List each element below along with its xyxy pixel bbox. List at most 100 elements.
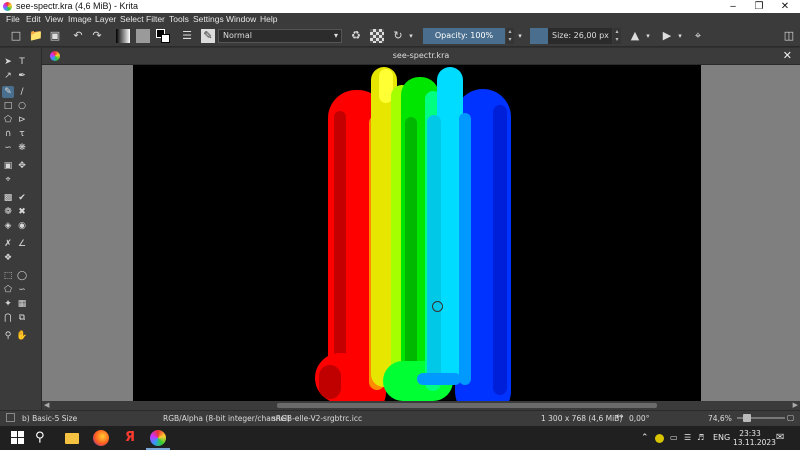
- transform-tool-icon[interactable]: ⌖: [2, 174, 14, 186]
- menu-view[interactable]: View: [45, 14, 63, 24]
- crop-tool-icon[interactable]: ▣: [2, 160, 14, 172]
- canvas-only-icon[interactable]: ▢: [787, 413, 794, 422]
- menu-settings[interactable]: Settings: [193, 14, 224, 24]
- color-picker-icon[interactable]: ✔: [16, 192, 28, 204]
- menu-help[interactable]: Help: [260, 14, 277, 24]
- contiguous-select-icon[interactable]: ✦: [2, 298, 14, 310]
- blend-mode-select[interactable]: Normal ▾: [218, 29, 342, 43]
- gradient-tool-icon[interactable]: ▩: [2, 192, 14, 204]
- enclose-fill-icon[interactable]: ◉: [16, 220, 28, 232]
- menu-filter[interactable]: Filter: [146, 14, 165, 24]
- yandex-browser-icon[interactable]: Я: [122, 430, 138, 446]
- menu-tools[interactable]: Tools: [169, 14, 189, 24]
- gradient-swatch-icon[interactable]: [116, 29, 130, 43]
- brush-preset-icon[interactable]: ✎: [201, 29, 215, 43]
- document-tab-title[interactable]: see-spectr.kra: [42, 51, 800, 60]
- close-window-icon[interactable]: ✕: [772, 0, 798, 13]
- preserve-alpha-icon[interactable]: [370, 29, 384, 43]
- scroll-left-icon[interactable]: ◀: [44, 401, 49, 409]
- krita-taskbar-icon[interactable]: [150, 430, 166, 446]
- menu-window[interactable]: Window: [226, 14, 256, 24]
- battery-icon[interactable]: ▭: [670, 430, 678, 446]
- magnetic-select-icon[interactable]: ⧉: [16, 312, 28, 324]
- zoom-slider[interactable]: [737, 414, 785, 422]
- smart-patch-icon[interactable]: ✖: [16, 206, 28, 218]
- firefox-icon[interactable]: [93, 430, 109, 446]
- chevron-down-icon[interactable]: ▾: [676, 29, 684, 43]
- save-icon[interactable]: ▣: [48, 29, 62, 43]
- multibrush-icon[interactable]: ❋: [16, 142, 28, 154]
- ellipse-select-icon[interactable]: ◯: [16, 270, 28, 282]
- fill-tool-icon[interactable]: ◈: [2, 220, 14, 232]
- minimize-icon[interactable]: –: [720, 0, 746, 13]
- crop-icon[interactable]: ⌖: [691, 29, 705, 43]
- wifi-icon[interactable]: ☰: [684, 430, 691, 446]
- mirror-horizontal-icon[interactable]: ▲: [628, 29, 642, 43]
- scrollbar-thumb[interactable]: [277, 403, 657, 408]
- tray-app-icon[interactable]: [655, 434, 664, 443]
- restore-icon[interactable]: ❐: [746, 0, 772, 13]
- file-explorer-icon[interactable]: [64, 430, 80, 446]
- menu-select[interactable]: Select: [120, 14, 144, 24]
- rectangle-tool-icon[interactable]: □: [2, 100, 14, 112]
- brush-settings-icon[interactable]: ☰: [180, 29, 194, 43]
- close-document-icon[interactable]: ✕: [783, 49, 792, 62]
- dynamic-brush-icon[interactable]: ∽: [2, 142, 14, 154]
- chevron-down-icon[interactable]: ▾: [407, 29, 415, 43]
- rect-select-icon[interactable]: ⬚: [2, 270, 14, 282]
- windows-start-icon[interactable]: [10, 430, 26, 446]
- zoom-slider-handle[interactable]: [743, 414, 751, 422]
- new-document-icon[interactable]: □: [9, 29, 23, 43]
- polygon-select-icon[interactable]: ⬠: [2, 284, 14, 296]
- size-spinner[interactable]: ▴ ▾: [613, 28, 621, 44]
- redo-icon[interactable]: ↷: [90, 29, 104, 43]
- select-shapes-icon[interactable]: ➤: [2, 56, 14, 68]
- bezier-tool-icon[interactable]: ∩: [2, 128, 14, 140]
- zoom-tool-icon[interactable]: ⚲: [2, 330, 14, 342]
- line-tool-icon[interactable]: ∕: [16, 86, 28, 98]
- drawing-canvas[interactable]: [133, 65, 701, 401]
- reference-tool-icon[interactable]: ❖: [2, 252, 14, 264]
- chevron-down-icon[interactable]: ▾: [644, 29, 652, 43]
- pattern-swatch-icon[interactable]: [136, 29, 150, 43]
- ellipse-tool-icon[interactable]: ○: [16, 100, 28, 112]
- colorize-mask-icon[interactable]: ❁: [2, 206, 14, 218]
- freehand-brush-icon[interactable]: ✎: [2, 86, 14, 98]
- clock[interactable]: 23:33 13.11.2023: [733, 429, 776, 447]
- size-slider[interactable]: Size: 26,00 px: [548, 28, 612, 44]
- language-indicator[interactable]: ENG: [713, 430, 730, 446]
- search-icon[interactable]: ⚲: [35, 430, 51, 446]
- undo-icon[interactable]: ↶: [71, 29, 85, 43]
- menu-edit[interactable]: Edit: [26, 14, 41, 24]
- bezier-select-icon[interactable]: ⋂: [2, 312, 14, 324]
- edit-shapes-icon[interactable]: ↗: [2, 70, 14, 82]
- assistant-tool-icon[interactable]: ✗: [2, 238, 14, 250]
- menu-file[interactable]: File: [6, 14, 20, 24]
- measure-tool-icon[interactable]: ∠: [16, 238, 28, 250]
- freehand-select-icon[interactable]: ∽: [16, 284, 28, 296]
- menu-layer[interactable]: Layer: [95, 14, 116, 24]
- reload-preset-icon[interactable]: ↻: [391, 29, 405, 43]
- zoom-value[interactable]: 74,6%: [708, 414, 732, 423]
- polyline-tool-icon[interactable]: ⊳: [16, 114, 28, 126]
- opacity-spinner[interactable]: ▴ ▾: [506, 28, 514, 44]
- rotation-value[interactable]: 0,00°: [629, 414, 649, 423]
- menu-image[interactable]: Image: [68, 14, 92, 24]
- canvas-area[interactable]: [42, 65, 800, 401]
- opacity-slider[interactable]: Opacity: 100%: [423, 28, 505, 44]
- move-tool-icon[interactable]: ✥: [16, 160, 28, 172]
- fg-bg-color-icon[interactable]: [156, 29, 170, 43]
- text-tool-icon[interactable]: T: [16, 56, 28, 68]
- similar-select-icon[interactable]: ▦: [16, 298, 28, 310]
- notifications-icon[interactable]: ✉: [776, 430, 784, 446]
- polygon-tool-icon[interactable]: ⬠: [2, 114, 14, 126]
- docker-panel-icon[interactable]: ◫: [782, 29, 796, 43]
- open-folder-icon[interactable]: 📁: [29, 29, 43, 43]
- calligraphy-icon[interactable]: ✒: [16, 70, 28, 82]
- freehand-path-icon[interactable]: τ: [16, 128, 28, 140]
- horizontal-scrollbar[interactable]: ◀ ▶: [42, 401, 800, 410]
- volume-icon[interactable]: ♬: [697, 430, 704, 446]
- pan-tool-icon[interactable]: ✋: [16, 330, 28, 342]
- eraser-icon[interactable]: ♻: [349, 29, 363, 43]
- chevron-up-icon[interactable]: ⌃: [641, 430, 649, 446]
